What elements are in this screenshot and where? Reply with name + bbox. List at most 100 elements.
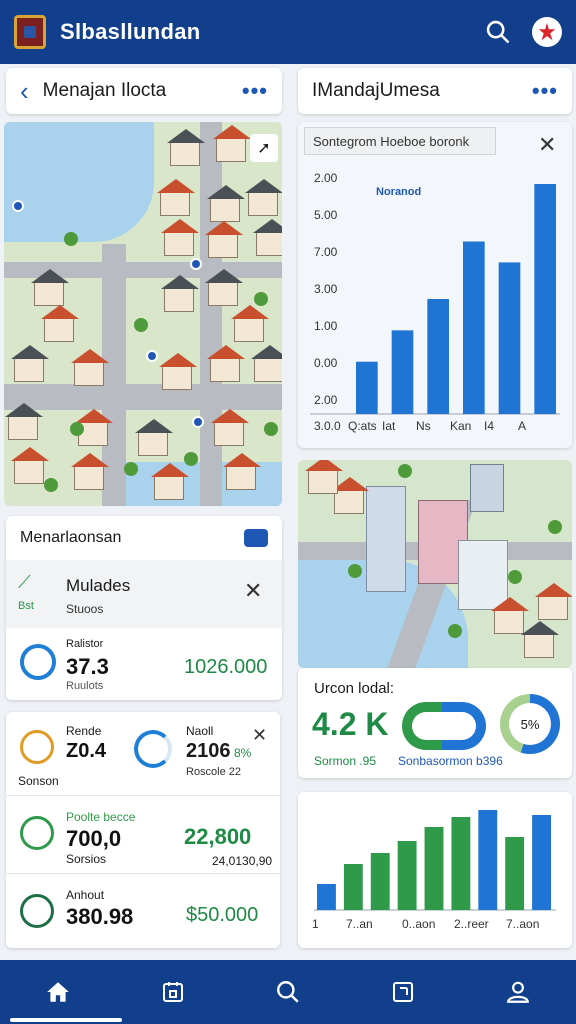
x-tick-label: 3.0.0 [314, 419, 341, 433]
emblem-icon[interactable] [532, 17, 562, 47]
bottom-bar-chart-card: 1 7..an 0..aon 2..reer 7..aon [298, 792, 572, 948]
chart-bar[interactable] [478, 810, 498, 910]
calendar-icon[interactable] [157, 976, 189, 1008]
row-label: Mulades [66, 576, 131, 595]
row-right-value: 1026.000 [184, 656, 268, 678]
stat-title: Rende [66, 724, 102, 738]
app-title: Slbasllundan [60, 19, 201, 44]
phone-icon [20, 816, 54, 850]
progress-ring-icon [20, 730, 54, 764]
map-pin-icon[interactable] [12, 200, 24, 212]
donut-chart: 5% [500, 694, 560, 754]
map-card-header: ‹ Menajan Ilocta ••• [6, 68, 282, 114]
row-value: 37.3 [66, 654, 109, 679]
x-tick-label: A [518, 419, 526, 433]
stat-sub: Sorsios [66, 852, 107, 866]
stat-value-2-suffix: 8% [234, 746, 252, 760]
urban-big-value: 4.2 K [312, 706, 389, 742]
calculator-icon [20, 894, 54, 928]
y-tick-label: 2.00 [314, 171, 338, 185]
map-pin-icon[interactable] [192, 416, 204, 428]
neighborhood-map[interactable]: ➚ [4, 122, 282, 506]
chart-bar[interactable] [451, 817, 471, 910]
stats-card: Sonson Rende Z0.4 Naoll 2106 8% Roscole … [6, 712, 280, 948]
x-tick-label: Q:ats [348, 419, 377, 433]
chart-bar[interactable] [532, 815, 551, 910]
y-tick-label: 0.00 [314, 356, 338, 370]
urban-caption: Urcon lodal: [314, 680, 395, 697]
maintenance-row[interactable]: ⟋ Bst Mulades Stuoos ✕ [6, 560, 282, 628]
search-icon[interactable] [272, 976, 304, 1008]
progress-ring-icon [20, 644, 56, 680]
stat-sub: Sonson [18, 774, 59, 788]
y-tick-label: 2.00 [314, 393, 338, 407]
maintenance-card: Menarlaonsan ⟋ Bst Mulades Stuoos ✕ Rali… [6, 516, 282, 700]
map-card-title: Menajan Ilocta [42, 80, 167, 101]
chart-bar[interactable] [534, 184, 556, 414]
chart-bar[interactable] [427, 299, 449, 414]
close-icon[interactable]: ✕ [538, 134, 556, 156]
progress-ring-icon [134, 730, 172, 768]
bottom-nav [0, 960, 576, 1024]
chart-card-title: IMandajUmesa [312, 80, 440, 101]
x-tick-label: 0..aon [402, 917, 435, 931]
user-icon[interactable] [502, 976, 534, 1008]
half-ring-icon [442, 702, 486, 750]
chart-bar[interactable] [370, 853, 390, 910]
urban-sub-left: Sormon .95 [314, 754, 377, 768]
home-indicator [10, 1018, 122, 1022]
chart-bar[interactable] [343, 864, 363, 910]
search-icon[interactable] [484, 18, 512, 46]
bar-chart: 2.00 5.00 7.00 3.00 1.00 0.00 2.00 3.0.0 Q:ats Ia… [310, 171, 560, 433]
stat-right-value: 22,800 [184, 824, 252, 849]
chart-card-header: IMandajUmesa ••• [298, 68, 572, 114]
row-sub: Stuoos [66, 602, 104, 616]
chart-bar[interactable] [463, 241, 485, 415]
more-icon[interactable]: ••• [532, 78, 558, 104]
bottom-bar-chart: 1 7..an 0..aon 2..reer 7..aon [312, 810, 556, 931]
stat-value-2: 2106 [186, 740, 231, 762]
chart-bar[interactable] [498, 262, 521, 414]
chat-icon[interactable] [244, 529, 268, 547]
square-icon[interactable] [387, 976, 419, 1008]
close-icon[interactable]: ✕ [252, 726, 267, 744]
x-tick-label: I4 [484, 419, 494, 433]
chart-bar[interactable] [397, 841, 417, 910]
maintenance-title: Menarlaonsan [20, 529, 122, 546]
stat-title: Poolte becce [66, 810, 136, 824]
chart-bar[interactable] [391, 330, 414, 414]
x-tick-label: Iat [382, 419, 396, 433]
y-tick-label: 3.00 [314, 282, 338, 296]
y-tick-label: 1.00 [314, 319, 338, 333]
stat-right-sub: 24,0130,90 [212, 854, 273, 868]
close-icon[interactable]: ✕ [244, 580, 262, 602]
stat-value: 700,0 [66, 826, 122, 851]
half-ring-icon [402, 702, 446, 750]
chart-bar[interactable] [505, 837, 525, 910]
chart-bar[interactable] [356, 361, 378, 414]
city-illustration [298, 460, 572, 668]
app-bar: Slbasllundan [0, 0, 576, 64]
x-tick-label: 7..an [346, 917, 373, 931]
series-label: Noranod [376, 186, 422, 198]
stat-sub-2: Roscole 22 [186, 766, 242, 778]
more-icon[interactable]: ••• [242, 78, 268, 104]
chart-bar[interactable] [317, 884, 336, 910]
x-tick-label: Ns [416, 419, 431, 433]
stat-value: 380.98 [66, 904, 134, 929]
chart-overlay-title: Sontegrom Hoeboe boronk [304, 127, 496, 155]
crest-icon [14, 15, 46, 49]
y-tick-label: 5.00 [314, 208, 338, 222]
y-tick-label: 7.00 [314, 245, 338, 259]
stat-value: Z0.4 [66, 740, 107, 762]
back-icon[interactable]: ‹ [20, 78, 29, 104]
navigate-icon[interactable]: ➚ [250, 134, 278, 162]
home-icon[interactable] [42, 976, 74, 1008]
stat-title: Anhout [66, 888, 105, 902]
urban-sub-right: Sonbasormon b396 [398, 754, 503, 768]
x-tick-label: 7..aon [506, 917, 539, 931]
bar-chart-card: 2.00 5.00 7.00 3.00 1.00 0.00 2.00 3.0.0 Q:ats Ia… [298, 122, 572, 448]
chart-bar[interactable] [424, 827, 444, 910]
map-pin-icon[interactable] [190, 258, 202, 270]
map-pin-icon[interactable] [146, 350, 158, 362]
